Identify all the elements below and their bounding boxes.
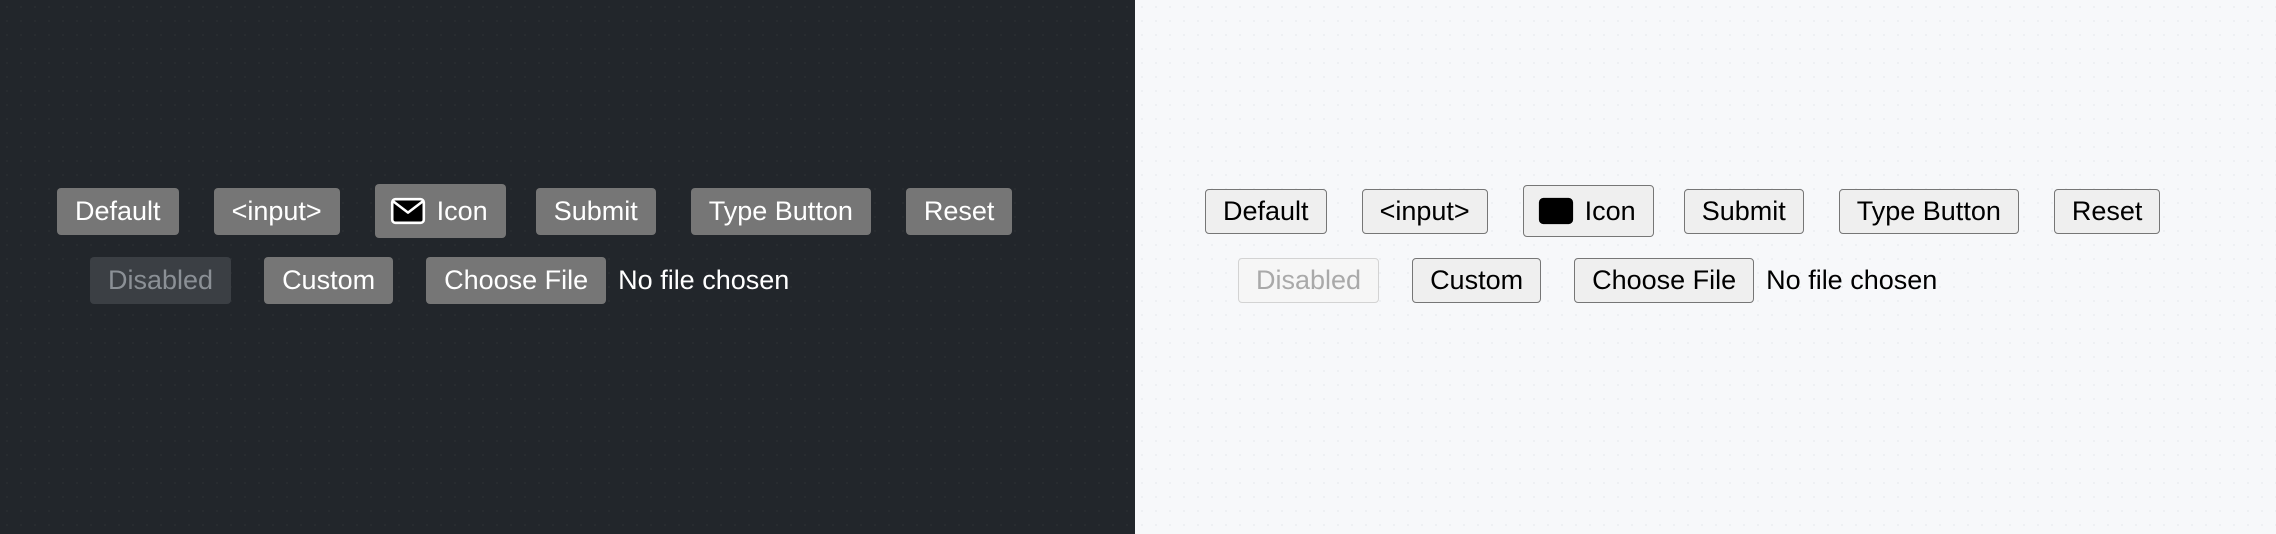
dark-icon-button[interactable]: Icon xyxy=(374,184,506,238)
light-file-status-text: No file chosen xyxy=(1766,264,1938,295)
dark-submit-button[interactable]: Submit xyxy=(535,187,656,235)
light-button-row-primary: Default <input> Icon Submit Type Button … xyxy=(1205,176,2276,246)
light-button-row-secondary: Disabled Custom Choose File No file chos… xyxy=(1205,250,2276,310)
light-type-button[interactable]: Type Button xyxy=(1838,188,2019,234)
dark-choose-file-button[interactable]: Choose File xyxy=(426,256,607,304)
dark-button-row-primary: Default <input> Icon Submit Type Button … xyxy=(57,176,1135,246)
dark-file-input[interactable]: Choose File No file chosen xyxy=(426,256,790,304)
dark-reset-button[interactable]: Reset xyxy=(905,187,1013,235)
light-icon-button[interactable]: Icon xyxy=(1522,185,1654,237)
dark-theme-panel: Default <input> Icon Submit Type Button … xyxy=(0,0,1135,534)
light-default-button[interactable]: Default xyxy=(1205,188,1327,234)
dark-input-button[interactable]: <input> xyxy=(213,187,340,235)
light-icon-button-label: Icon xyxy=(1584,195,1636,226)
dark-icon-button-label: Icon xyxy=(436,195,488,226)
light-input-button[interactable]: <input> xyxy=(1361,188,1488,234)
light-choose-file-button[interactable]: Choose File xyxy=(1574,257,1755,303)
split-comparison-root: Default <input> Icon Submit Type Button … xyxy=(0,0,2276,534)
dark-type-button[interactable]: Type Button xyxy=(690,187,871,235)
dark-file-status-text: No file chosen xyxy=(618,264,790,295)
light-disabled-button: Disabled xyxy=(1238,257,1380,303)
light-theme-panel: Default <input> Icon Submit Type Button … xyxy=(1135,0,2276,534)
dark-button-row-secondary: Disabled Custom Choose File No file chos… xyxy=(57,250,1135,310)
dark-custom-button[interactable]: Custom xyxy=(264,256,394,304)
light-custom-button[interactable]: Custom xyxy=(1412,257,1542,303)
light-submit-button[interactable]: Submit xyxy=(1683,188,1804,234)
envelope-icon xyxy=(1538,197,1573,225)
dark-default-button[interactable]: Default xyxy=(57,187,179,235)
light-reset-button[interactable]: Reset xyxy=(2053,188,2161,234)
light-file-input[interactable]: Choose File No file chosen xyxy=(1574,257,1938,303)
dark-disabled-button: Disabled xyxy=(90,256,232,304)
envelope-icon xyxy=(390,197,425,225)
